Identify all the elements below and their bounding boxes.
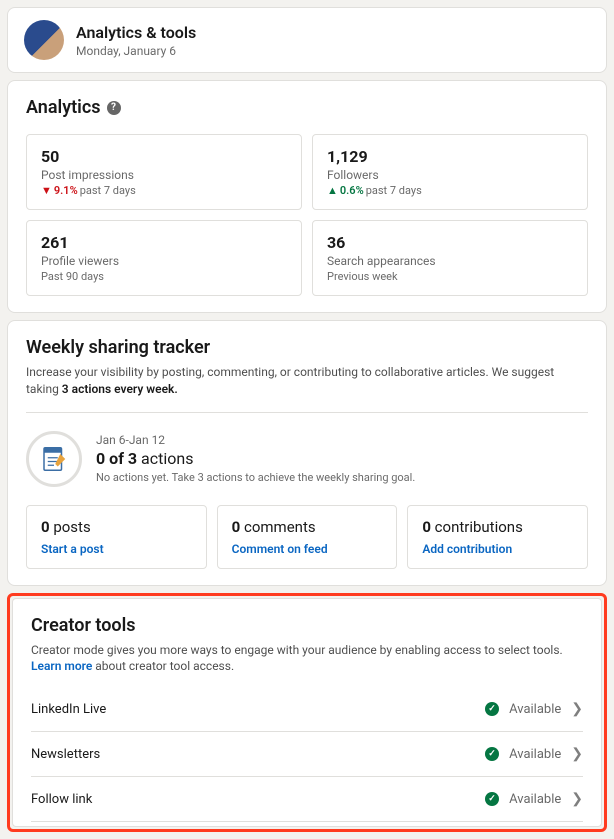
action-count: 0 comments [232, 518, 383, 536]
action-count: 0 contributions [422, 518, 573, 536]
learn-more-link[interactable]: Learn more [31, 659, 92, 673]
creator-title: Creator tools [31, 615, 583, 636]
notepad-icon [39, 444, 69, 474]
availability-label: Available [509, 702, 561, 717]
stat-search-appearances[interactable]: 36 Search appearances Previous week [312, 220, 588, 296]
check-icon: ✓ [485, 792, 499, 806]
tracker-progress-ring [26, 431, 82, 487]
stat-sub: Previous week [327, 270, 573, 283]
divider [26, 412, 588, 413]
availability-label: Available [509, 792, 561, 807]
tool-linkedin-live[interactable]: LinkedIn Live ✓ Available ❯ [31, 687, 583, 732]
stat-value: 50 [41, 147, 287, 166]
tracker-card: Weekly sharing tracker Increase your vis… [7, 320, 607, 586]
stat-post-impressions[interactable]: 50 Post impressions ▼9.1% past 7 days [26, 134, 302, 210]
stat-value: 261 [41, 233, 287, 252]
start-post-link[interactable]: Start a post [41, 542, 192, 556]
availability-label: Available [509, 747, 561, 762]
stat-value: 1,129 [327, 147, 573, 166]
header-card: Analytics & tools Monday, January 6 [7, 7, 607, 73]
stat-sub: Past 90 days [41, 270, 287, 283]
stat-label: Post impressions [41, 168, 287, 182]
tool-newsletters[interactable]: Newsletters ✓ Available ❯ [31, 732, 583, 777]
add-contribution-link[interactable]: Add contribution [422, 542, 573, 556]
stat-label: Profile viewers [41, 254, 287, 268]
creator-tools-highlight: Creator tools Creator mode gives you mor… [7, 593, 607, 833]
tool-follow-link[interactable]: Follow link ✓ Available ❯ [31, 777, 583, 822]
tracker-title: Weekly sharing tracker [26, 337, 588, 358]
stat-label: Search appearances [327, 254, 573, 268]
tool-label: Follow link [31, 792, 92, 807]
tool-label: LinkedIn Live [31, 702, 106, 717]
stat-value: 36 [327, 233, 573, 252]
stat-sub: ▼9.1% past 7 days [41, 184, 287, 197]
comment-feed-link[interactable]: Comment on feed [232, 542, 383, 556]
tracker-action-count: 0 of 3 actions [96, 449, 415, 468]
stat-followers[interactable]: 1,129 Followers ▲0.6% past 7 days [312, 134, 588, 210]
avatar[interactable] [24, 20, 64, 60]
tracker-desc: Increase your visibility by posting, com… [26, 364, 588, 398]
tracker-body: Jan 6-Jan 12 0 of 3 actions No actions y… [26, 427, 588, 497]
creator-tools-card: Creator tools Creator mode gives you mor… [12, 598, 602, 828]
action-posts: 0 posts Start a post [26, 505, 207, 569]
action-comments: 0 comments Comment on feed [217, 505, 398, 569]
analytics-title: Analytics [26, 97, 101, 118]
action-contributions: 0 contributions Add contribution [407, 505, 588, 569]
arrow-down-icon: ▼ [41, 184, 52, 197]
creator-desc: Creator mode gives you more ways to enga… [31, 642, 583, 676]
chevron-right-icon: ❯ [571, 746, 583, 762]
analytics-card: Analytics ? 50 Post impressions ▼9.1% pa… [7, 80, 607, 313]
tracker-hint: No actions yet. Take 3 actions to achiev… [96, 471, 415, 484]
help-icon[interactable]: ? [107, 101, 121, 115]
arrow-up-icon: ▲ [327, 184, 338, 197]
stat-profile-viewers[interactable]: 261 Profile viewers Past 90 days [26, 220, 302, 296]
action-count: 0 posts [41, 518, 192, 536]
tracker-date-range: Jan 6-Jan 12 [96, 433, 415, 447]
tool-label: Newsletters [31, 747, 100, 762]
check-icon: ✓ [485, 747, 499, 761]
check-icon: ✓ [485, 702, 499, 716]
stat-sub: ▲0.6% past 7 days [327, 184, 573, 197]
chevron-right-icon: ❯ [571, 791, 583, 807]
stat-label: Followers [327, 168, 573, 182]
page-title: Analytics & tools [76, 23, 196, 42]
chevron-right-icon: ❯ [571, 701, 583, 717]
page-date: Monday, January 6 [76, 44, 196, 58]
